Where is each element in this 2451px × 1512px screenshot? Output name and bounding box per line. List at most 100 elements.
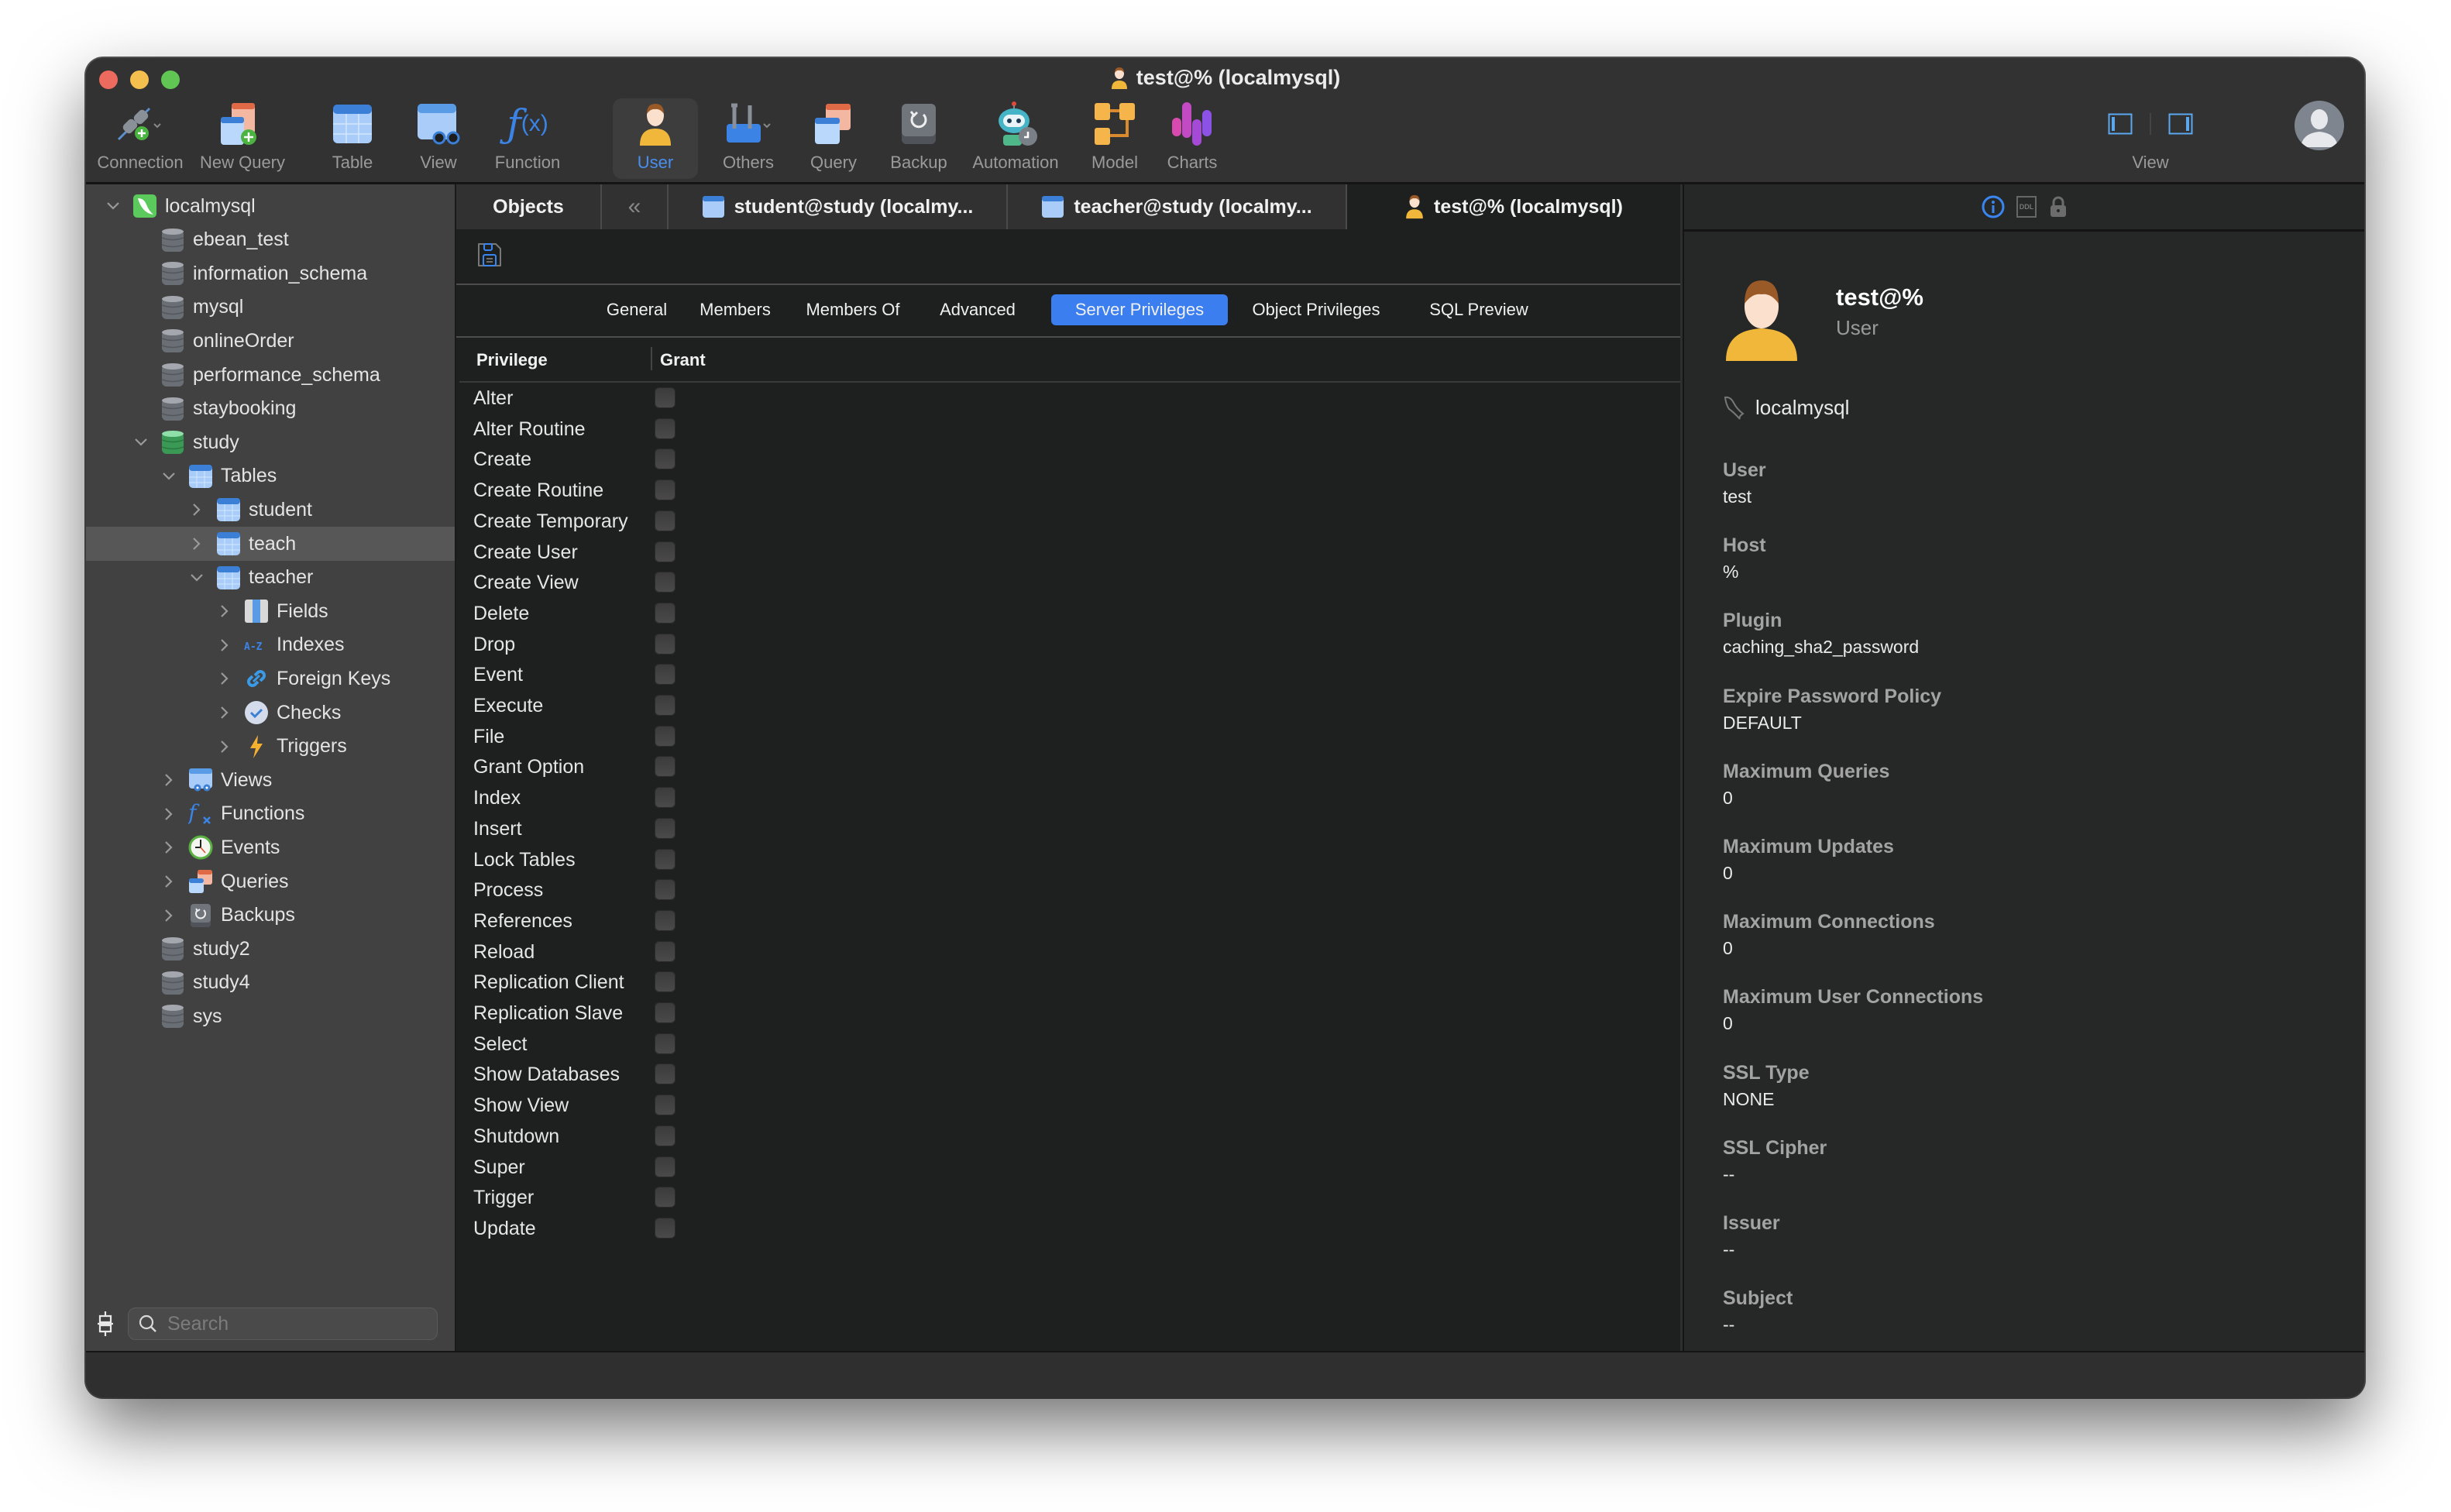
chevron-right-icon[interactable] xyxy=(216,603,233,620)
grant-checkbox[interactable] xyxy=(655,817,675,839)
chevron-right-icon[interactable] xyxy=(160,806,177,823)
toggle-left-sidebar-icon[interactable] xyxy=(2108,113,2133,135)
toolbar-model-button[interactable]: Model xyxy=(1078,98,1152,179)
grant-checkbox[interactable] xyxy=(655,940,675,962)
grant-checkbox[interactable] xyxy=(655,787,675,809)
lock-icon[interactable] xyxy=(2047,195,2069,218)
account-avatar-button[interactable] xyxy=(2295,101,2344,150)
tree-item-study2[interactable]: study2 xyxy=(86,932,455,966)
tree-item-ebean-test[interactable]: ebean_test xyxy=(86,223,455,257)
ddl-icon[interactable]: DDL xyxy=(2016,196,2037,218)
grant-checkbox[interactable] xyxy=(655,1187,675,1208)
tree-item-triggers[interactable]: Triggers xyxy=(86,730,455,764)
chevron-right-icon[interactable] xyxy=(216,637,233,654)
tree-item-sys[interactable]: sys xyxy=(86,999,455,1033)
tree-item-study[interactable]: study xyxy=(86,425,455,459)
grant-checkbox[interactable] xyxy=(655,1064,675,1085)
tree-item-tables[interactable]: Tables xyxy=(86,459,455,493)
connection-filter-icon[interactable] xyxy=(95,1311,115,1337)
chevron-right-icon[interactable] xyxy=(160,907,177,924)
toolbar-function-button[interactable]: ƒ (x) Function xyxy=(481,98,574,179)
tree-item-foreign-keys[interactable]: Foreign Keys xyxy=(86,662,455,696)
chevron-right-icon[interactable] xyxy=(188,535,205,552)
grant-checkbox[interactable] xyxy=(655,1033,675,1054)
grant-checkbox[interactable] xyxy=(655,971,675,993)
tree-item-localmysql[interactable]: localmysql xyxy=(86,189,455,223)
tree-item-staybooking[interactable]: staybooking xyxy=(86,392,455,426)
toolbar-automation-button[interactable]: Automation xyxy=(961,98,1070,179)
tree-item-indexes[interactable]: A-Z Indexes xyxy=(86,628,455,662)
tree-item-onlineorder[interactable]: onlineOrder xyxy=(86,324,455,358)
tree-item-teacher[interactable]: teacher xyxy=(86,561,455,595)
tab-student[interactable]: student@study (localmy... xyxy=(669,184,1008,229)
grant-checkbox[interactable] xyxy=(655,418,675,439)
grant-checkbox[interactable] xyxy=(655,664,675,686)
chevron-down-icon[interactable] xyxy=(160,468,177,485)
toolbar-others-button[interactable]: Others xyxy=(706,98,791,179)
chevron-right-icon[interactable] xyxy=(188,501,205,518)
toolbar-charts-button[interactable]: Charts xyxy=(1155,98,1229,179)
tree-item-study4[interactable]: study4 xyxy=(86,966,455,1000)
toolbar-new-query-button[interactable]: New Query xyxy=(194,98,290,179)
column-header-privilege[interactable]: Privilege xyxy=(476,350,548,370)
tree-item-queries[interactable]: Queries xyxy=(86,864,455,899)
toolbar-query-button[interactable]: Query xyxy=(795,98,872,179)
tab-server-privileges[interactable]: Server Privileges xyxy=(1051,294,1228,325)
tab-members[interactable]: Members xyxy=(689,294,782,325)
column-header-grant[interactable]: Grant xyxy=(660,350,706,370)
save-icon[interactable] xyxy=(476,242,503,268)
grant-checkbox[interactable] xyxy=(655,633,675,655)
grant-checkbox[interactable] xyxy=(655,1002,675,1023)
tab-members-of[interactable]: Members Of xyxy=(791,294,915,325)
toolbar-connection-button[interactable]: Connection xyxy=(92,98,188,179)
grant-checkbox[interactable] xyxy=(655,1125,675,1146)
grant-checkbox[interactable] xyxy=(655,387,675,408)
collapse-tabs-button[interactable]: « xyxy=(602,184,669,229)
grant-checkbox[interactable] xyxy=(655,510,675,531)
grant-checkbox[interactable] xyxy=(655,572,675,593)
tab-sql-preview[interactable]: SQL Preview xyxy=(1409,294,1549,325)
grant-checkbox[interactable] xyxy=(655,479,675,501)
tree-item-backups[interactable]: Backups xyxy=(86,899,455,933)
tree-item-fields[interactable]: Fields xyxy=(86,594,455,628)
toolbar-backup-button[interactable]: Backup xyxy=(876,98,961,179)
chevron-right-icon[interactable] xyxy=(160,839,177,856)
chevron-down-icon[interactable] xyxy=(105,198,122,215)
grant-checkbox[interactable] xyxy=(655,602,675,624)
tab-advanced[interactable]: Advanced xyxy=(926,294,1030,325)
tree-item-student[interactable]: student xyxy=(86,493,455,527)
grant-checkbox[interactable] xyxy=(655,541,675,562)
chevron-right-icon[interactable] xyxy=(160,771,177,789)
search-input[interactable] xyxy=(166,1311,417,1336)
grant-checkbox[interactable] xyxy=(655,756,675,778)
chevron-right-icon[interactable] xyxy=(160,873,177,890)
tree-item-views[interactable]: Views xyxy=(86,763,455,797)
tree-item-checks[interactable]: Checks xyxy=(86,696,455,730)
grant-checkbox[interactable] xyxy=(655,448,675,470)
chevron-right-icon[interactable] xyxy=(216,670,233,687)
chevron-right-icon[interactable] xyxy=(216,704,233,721)
toolbar-table-button[interactable]: Table xyxy=(315,98,390,179)
tab-teacher[interactable]: teacher@study (localmy... xyxy=(1008,184,1347,229)
grant-checkbox[interactable] xyxy=(655,1217,675,1239)
tree-item-functions[interactable]: ƒ Functions xyxy=(86,797,455,831)
toolbar-view-button[interactable]: View xyxy=(404,98,473,179)
toolbar-user-button[interactable]: User xyxy=(613,98,698,179)
chevron-right-icon[interactable] xyxy=(216,738,233,755)
chevron-down-icon[interactable] xyxy=(188,569,205,586)
tab-object-privileges[interactable]: Object Privileges xyxy=(1239,294,1394,325)
tab-general[interactable]: General xyxy=(594,294,679,325)
chevron-down-icon[interactable] xyxy=(132,434,150,451)
tree-item-performance-schema[interactable]: performance_schema xyxy=(86,358,455,392)
tab-objects[interactable]: Objects xyxy=(456,184,602,229)
grant-checkbox[interactable] xyxy=(655,725,675,747)
tree-item-events[interactable]: Events xyxy=(86,830,455,864)
grant-checkbox[interactable] xyxy=(655,879,675,901)
info-icon[interactable] xyxy=(1981,194,2006,219)
tab-test-user[interactable]: test@% (localmysql) xyxy=(1347,184,1680,229)
grant-checkbox[interactable] xyxy=(655,848,675,870)
tree-item-teach[interactable]: teach xyxy=(86,527,455,561)
grant-checkbox[interactable] xyxy=(655,1094,675,1116)
tree-item-information-schema[interactable]: information_schema xyxy=(86,256,455,290)
toggle-right-panel-icon[interactable] xyxy=(2168,113,2193,135)
